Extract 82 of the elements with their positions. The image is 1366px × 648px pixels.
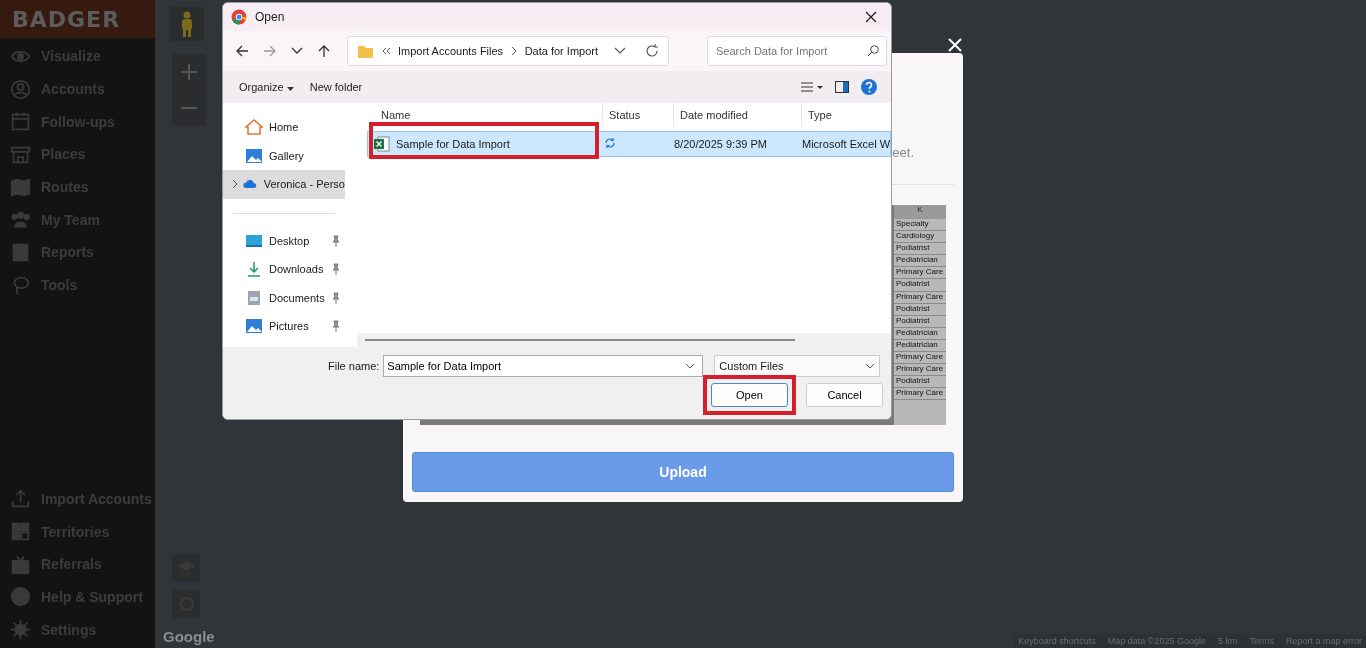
sheet-cell: Podiatrist xyxy=(894,243,946,256)
browser-icon xyxy=(231,9,247,25)
calendar-icon xyxy=(10,111,31,133)
street-view-button[interactable] xyxy=(170,7,204,41)
search-icon xyxy=(867,45,879,57)
list-view-icon xyxy=(801,81,823,93)
organize-menu[interactable]: Organize xyxy=(231,77,302,97)
file-row[interactable]: Sample for Data Import 8/20/2025 9:39 PM Microsoft Excel W xyxy=(367,131,891,157)
sheet-cell: Primary Care xyxy=(894,364,946,377)
column-header[interactable]: Type xyxy=(802,103,891,127)
sheet-cell: Specialty xyxy=(894,219,946,232)
nav-pane-item[interactable]: Downloads xyxy=(223,255,345,284)
nav-pane-item[interactable]: Pictures xyxy=(223,312,345,341)
breadcrumb-item[interactable]: Data for Import xyxy=(524,45,598,57)
nav-pane-item[interactable]: Documents xyxy=(223,283,345,312)
close-button[interactable] xyxy=(947,37,963,53)
breadcrumb-item[interactable]: Import Accounts Files xyxy=(397,45,504,57)
sheet-cell: Primary Care xyxy=(894,388,946,401)
file-name-field[interactable]: Sample for Data Import xyxy=(383,355,704,377)
column-header: K xyxy=(894,205,946,219)
chevron-down-icon xyxy=(865,363,876,369)
up-arrow-icon xyxy=(317,44,331,58)
documents-icon xyxy=(245,289,263,306)
refresh-icon xyxy=(645,44,658,58)
grid-icon xyxy=(10,521,31,543)
close-icon xyxy=(865,11,877,23)
new-folder-button[interactable]: New folder xyxy=(301,77,371,97)
download-icon xyxy=(245,261,263,278)
map-icon xyxy=(10,176,31,198)
person-icon xyxy=(10,78,31,100)
gear-icon xyxy=(10,619,31,641)
column-header[interactable]: Status xyxy=(603,103,674,127)
folder-icon xyxy=(358,44,373,58)
chevron-right-icon xyxy=(511,46,517,56)
caret-icon xyxy=(286,87,294,91)
sheet-cell: Podiatrist xyxy=(894,376,946,389)
right-arrow-icon xyxy=(263,44,277,58)
sheet-cell: Podiatrist xyxy=(894,303,946,316)
pictures-icon xyxy=(245,318,263,335)
search-field[interactable]: Search Data for Import xyxy=(707,36,887,66)
map-logo: Google xyxy=(163,628,215,645)
upload-icon xyxy=(10,488,31,510)
person-icon xyxy=(180,11,194,37)
spreadsheet-file-icon xyxy=(374,136,390,152)
overflow-chevrons-icon xyxy=(380,47,390,55)
nav-pane-item[interactable]: Desktop xyxy=(223,226,345,255)
file-type-dropdown[interactable]: Custom Files xyxy=(714,355,881,377)
chevron-down-icon xyxy=(291,47,303,55)
open-button[interactable]: Open xyxy=(711,383,788,407)
plus-icon xyxy=(181,64,197,80)
file-name-label: File name: xyxy=(328,360,380,372)
instruction-text: eet. xyxy=(892,145,914,160)
sheet-cell: Podiatrist xyxy=(894,315,946,328)
sheet-cell: Pediatrician xyxy=(894,339,946,353)
nav-pane-item[interactable]: Veronica - Perso xyxy=(223,170,345,199)
nav-pane-item[interactable]: Gallery xyxy=(223,141,345,170)
home-icon xyxy=(245,119,263,136)
address-bar[interactable]: Import Accounts Files Data for Import xyxy=(347,36,669,66)
cancel-button[interactable]: Cancel xyxy=(806,383,883,407)
sheet-cell: Pediatrician xyxy=(894,255,946,268)
sheet-cell: Podiatrist xyxy=(894,279,946,292)
sheet-cell: Cardiology xyxy=(894,231,946,244)
sheet-cell: Primary Care xyxy=(894,267,946,280)
date-cell-text: 8/20/2025 9:39 PM xyxy=(673,138,768,150)
desktop-icon xyxy=(245,232,263,249)
pane-icon xyxy=(835,81,849,93)
type-cell: Microsoft Excel W xyxy=(802,138,890,150)
dialog-title: Open xyxy=(255,10,285,24)
gallery-icon xyxy=(245,147,263,164)
column-header[interactable]: Date modified xyxy=(674,103,802,127)
chevron-down-icon xyxy=(614,47,626,55)
nav-pane-item[interactable]: Home xyxy=(223,113,345,142)
close-icon xyxy=(948,38,962,52)
chevron-down-icon xyxy=(685,363,696,369)
scrollbar-thumb[interactable] xyxy=(365,339,795,341)
sync-icon xyxy=(604,137,616,149)
left-arrow-icon xyxy=(235,44,249,58)
sheet-cell: Primary Care xyxy=(894,352,946,365)
sheet-cell: Pediatrician xyxy=(894,327,946,340)
sheet-cell: Primary Care xyxy=(894,291,946,304)
minus-icon xyxy=(181,107,197,109)
gift-icon xyxy=(10,553,31,575)
